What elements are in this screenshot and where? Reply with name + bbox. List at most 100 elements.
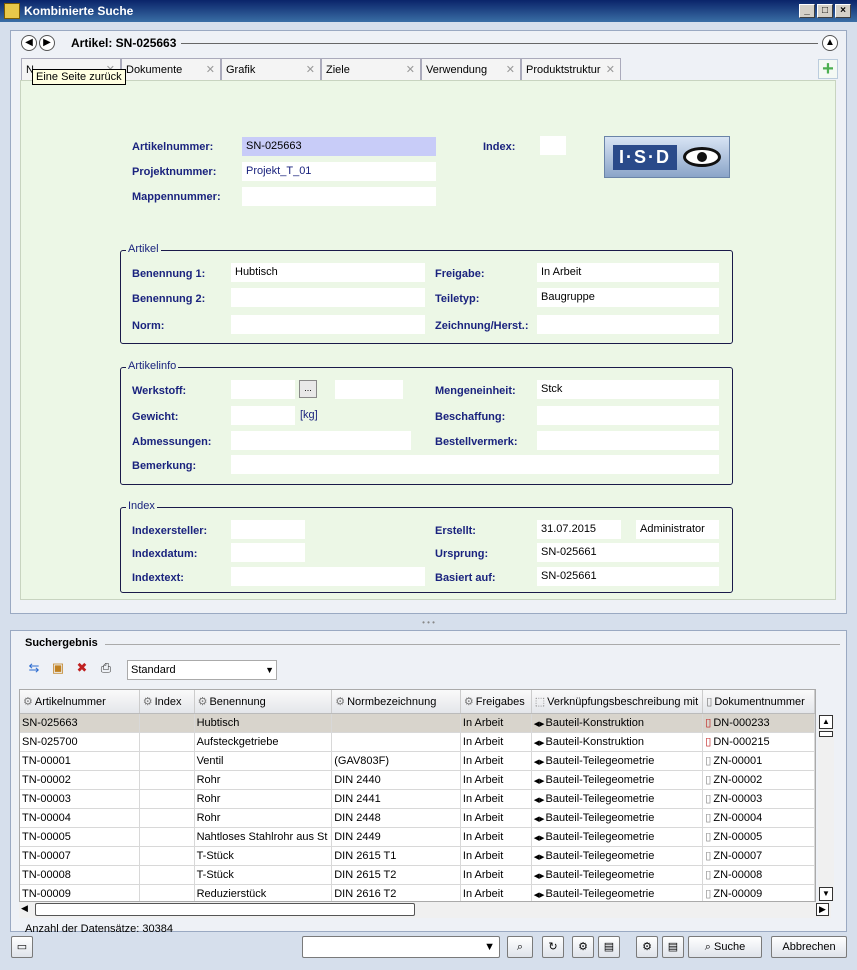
table-row[interactable]: TN-00009 Reduzierstück DIN 2616 T2 In Arbei… — [20, 885, 815, 901]
chevron-down-icon: ▼ — [484, 941, 495, 953]
erstellt-user-field[interactable]: Administrator — [636, 520, 719, 539]
norm-field[interactable] — [231, 315, 425, 334]
tab-produktstruktur[interactable]: Produktstruktur ✕ — [521, 58, 621, 80]
indextext-field[interactable] — [231, 567, 425, 586]
werkstoff-extra-field[interactable] — [335, 380, 403, 399]
scroll-down-icon[interactable]: ▼ — [819, 887, 833, 901]
forward-arrow-icon[interactable]: ▶ — [39, 35, 55, 51]
mappennummer-field[interactable] — [242, 187, 436, 206]
basiert-field[interactable]: SN-025661 — [537, 567, 719, 586]
tab-label: Ziele — [326, 64, 350, 76]
zeichnung-field[interactable] — [537, 315, 719, 334]
cancel-button[interactable]: Abbrechen — [771, 936, 847, 958]
table-cell: SN-025700 — [20, 733, 140, 751]
horizontal-scrollbar[interactable]: ◀ ▶ — [19, 902, 831, 918]
scroll-left-icon[interactable]: ◀ — [21, 903, 28, 914]
col-header[interactable]: ⬚ Verknüpfungsbeschreibung mit — [532, 690, 704, 713]
table-row[interactable]: TN-00004 Rohr DIN 2448 In Arbeit ◀▶Bauteil-T… — [20, 809, 815, 828]
table-cell: ▯ ZN-00002 — [703, 771, 815, 789]
table-row[interactable]: SN-025663 Hubtisch In Arbeit ◀▶Bauteil-Kons… — [20, 714, 815, 733]
table-cell: ◀▶Bauteil-Teilegeometrie — [532, 847, 704, 865]
table-cell: Rohr — [195, 809, 333, 827]
table-row[interactable]: TN-00002 Rohr DIN 2440 In Arbeit ◀▶Bauteil-T… — [20, 771, 815, 790]
tab-grafik[interactable]: Grafik ✕ — [221, 58, 321, 80]
werkstoff-field[interactable] — [231, 380, 295, 399]
tab-close-icon[interactable]: ✕ — [406, 59, 415, 81]
tab-dokumente[interactable]: Dokumente ✕ — [121, 58, 221, 80]
vertical-scrollbar[interactable]: ▲ ▼ — [818, 715, 834, 901]
mengeneinheit-field[interactable]: Stck — [537, 380, 719, 399]
collapse-up-icon[interactable]: ▲ — [822, 35, 838, 51]
col-header[interactable]: ⚙ Normbezeichnung — [332, 690, 461, 713]
indexdatum-field[interactable] — [231, 543, 305, 562]
table-row[interactable]: TN-00001 Ventil (GAV803F) In Arbeit ◀▶Bautei… — [20, 752, 815, 771]
table-cell: In Arbeit — [461, 771, 532, 789]
col-header[interactable]: ⚙ Index — [140, 690, 195, 713]
table-cell: ▯ DN-000233 — [703, 714, 815, 732]
bemerkung-label: Bemerkung: — [132, 460, 197, 472]
gewicht-field[interactable] — [231, 406, 295, 425]
index-field[interactable] — [540, 136, 566, 155]
panel-splitter[interactable]: • • • — [0, 619, 857, 627]
table-row[interactable]: TN-00007 T-Stück DIN 2615 T1 In Arbeit ◀▶Bau… — [20, 847, 815, 866]
werkstoff-browse-button[interactable]: ... — [299, 380, 317, 398]
back-arrow-icon[interactable]: ◀ — [21, 35, 37, 51]
add-tab-plus-icon[interactable]: + — [818, 59, 838, 79]
search-button[interactable]: ⌕ Suche — [688, 936, 762, 958]
abmessungen-field[interactable] — [231, 431, 411, 450]
image-icon[interactable]: ▣ — [49, 659, 67, 677]
tab-close-icon[interactable]: ✕ — [506, 59, 515, 81]
report-icon[interactable]: ▤ — [662, 936, 684, 958]
benennung2-field[interactable] — [231, 288, 425, 307]
scroll-up-icon[interactable]: ▲ — [819, 715, 833, 729]
search-options-icon[interactable]: ⌕ — [507, 936, 533, 958]
maximize-button[interactable]: □ — [817, 4, 833, 18]
table-row[interactable]: SN-025700 Aufsteckgetriebe In Arbeit ◀▶Baut… — [20, 733, 815, 752]
tab-ziele[interactable]: Ziele ✕ — [321, 58, 421, 80]
scroll-right-icon[interactable]: ▶ — [816, 903, 829, 916]
col-header[interactable]: ⚙ Artikelnummer — [20, 690, 140, 713]
abmessungen-label: Abmessungen: — [132, 436, 212, 448]
delete-icon[interactable]: ✖ — [73, 659, 91, 677]
settings-gear-icon[interactable]: ⚙ — [572, 936, 594, 958]
config-gear-icon[interactable]: ⚙ — [636, 936, 658, 958]
teiletyp-field[interactable]: Baugruppe — [537, 288, 719, 307]
gear-icon: ⚙ — [142, 696, 153, 708]
view-select[interactable]: Standard ▼ — [127, 660, 277, 680]
window-icon[interactable]: ▭ — [11, 936, 33, 958]
tab-label: Dokumente — [126, 64, 183, 76]
search-profile-select[interactable]: ▼ — [302, 936, 500, 958]
bestellvermerk-field[interactable] — [537, 431, 719, 450]
indexersteller-field[interactable] — [231, 520, 305, 539]
window-title: Kombinierte Suche — [24, 4, 134, 18]
refresh-icon[interactable]: ↻ — [542, 936, 564, 958]
tab-close-icon[interactable]: ✕ — [206, 59, 215, 81]
col-header[interactable]: ⚙ Freigabes — [461, 690, 532, 713]
col-header[interactable]: ▯ Dokumentnummer — [703, 690, 815, 713]
projektnummer-field[interactable]: Projekt_T_01 — [242, 162, 436, 181]
scroll-thumb[interactable] — [35, 903, 415, 916]
sync-icon[interactable]: ⇆ — [25, 659, 43, 677]
table-row[interactable]: TN-00003 Rohr DIN 2441 In Arbeit ◀▶Bauteil-T… — [20, 790, 815, 809]
erstellt-date-field[interactable]: 31.07.2015 — [537, 520, 621, 539]
link-arrows-icon: ◀▶ — [533, 873, 545, 880]
tab-close-icon[interactable]: ✕ — [306, 59, 315, 81]
table-row[interactable]: TN-00005 Nahtloses Stahlrohr aus St 0 DIN … — [20, 828, 815, 847]
table-cell: TN-00009 — [20, 885, 140, 901]
benennung1-field[interactable]: Hubtisch — [231, 263, 425, 282]
ursprung-field[interactable]: SN-025661 — [537, 543, 719, 562]
minimize-button[interactable]: _ — [799, 4, 815, 18]
table-row[interactable]: TN-00008 T-Stück DIN 2615 T2 In Arbeit ◀▶Bau… — [20, 866, 815, 885]
document-icon[interactable]: ▤ — [598, 936, 620, 958]
freigabe-field[interactable]: In Arbeit — [537, 263, 719, 282]
tab-close-icon[interactable]: ✕ — [606, 59, 615, 81]
zeichnung-label: Zeichnung/Herst.: — [435, 320, 529, 332]
close-button[interactable]: × — [835, 4, 851, 18]
beschaffung-field[interactable] — [537, 406, 719, 425]
artikelnummer-field[interactable]: SN-025663 — [242, 137, 436, 156]
tab-verwendung[interactable]: Verwendung ✕ — [421, 58, 521, 80]
print-icon[interactable]: ⎙ — [97, 659, 115, 677]
col-header[interactable]: ⚙ Benennung — [195, 690, 333, 713]
scroll-thumb[interactable] — [819, 731, 833, 737]
bemerkung-field[interactable] — [231, 455, 719, 474]
